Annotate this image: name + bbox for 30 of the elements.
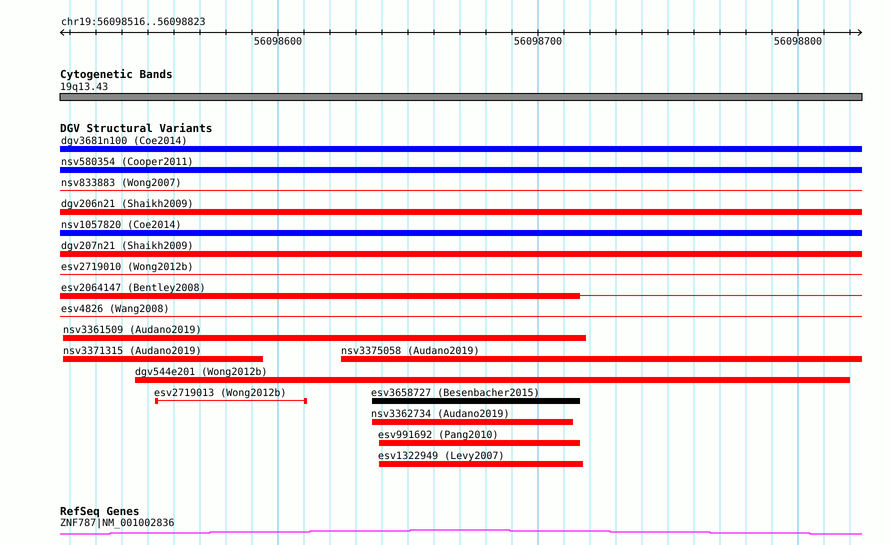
variant-label[interactable]: esv2719010 (Wong2012b) (61, 262, 194, 273)
variant-label[interactable]: dgv3681n100 (Coe2014) (61, 136, 188, 147)
variant-label[interactable]: nsv3361509 (Audano2019) (63, 325, 202, 336)
variant-label[interactable]: esv991692 (Pang2010) (378, 430, 498, 441)
variant-label[interactable]: nsv580354 (Cooper2011) (61, 157, 194, 168)
track-title: Cytogenetic Bands (60, 68, 173, 81)
variant-label[interactable]: nsv3371315 (Audano2019) (63, 346, 202, 357)
variant-label[interactable]: esv2719013 (Wong2012b) (154, 388, 286, 399)
band-label: 19q13.43 (60, 82, 108, 93)
variant-label[interactable]: nsv3375058 (Audano2019) (341, 346, 480, 357)
tick-label: 56098800 (774, 36, 822, 48)
variant-line[interactable] (155, 398, 307, 404)
variant-bar[interactable] (60, 293, 862, 299)
track-title: RefSeq Genes (60, 505, 140, 518)
variant-label[interactable]: dgv206n21 (Shaikh2009) (61, 199, 194, 210)
variant-label[interactable]: dgv207n21 (Shaikh2009) (61, 241, 194, 252)
variant-label[interactable]: dgv544e201 (Wong2012b) (135, 367, 268, 378)
variant-label[interactable]: esv2064147 (Bentley2008) (61, 283, 206, 294)
track-title: DGV Structural Variants (60, 122, 212, 135)
variant-label[interactable]: nsv3362734 (Audano2019) (371, 409, 510, 420)
position-label: chr19:56098516..56098823 (61, 17, 206, 28)
variant-label[interactable]: esv4826 (Wang2008) (61, 304, 170, 315)
variant-label[interactable]: nsv833883 (Wong2007) (61, 178, 182, 189)
gene-model[interactable] (60, 530, 862, 534)
tick-label: 56098700 (514, 36, 562, 48)
gene-label[interactable]: ZNF787|NM_001002836 (60, 518, 174, 529)
variant-label[interactable]: esv1322949 (Levy2007) (378, 451, 504, 462)
variant-label[interactable]: nsv1057820 (Coe2014) (61, 220, 182, 231)
tick-label: 56098600 (254, 36, 302, 48)
variant-label[interactable]: esv3658727 (Besenbacher2015) (371, 388, 540, 399)
